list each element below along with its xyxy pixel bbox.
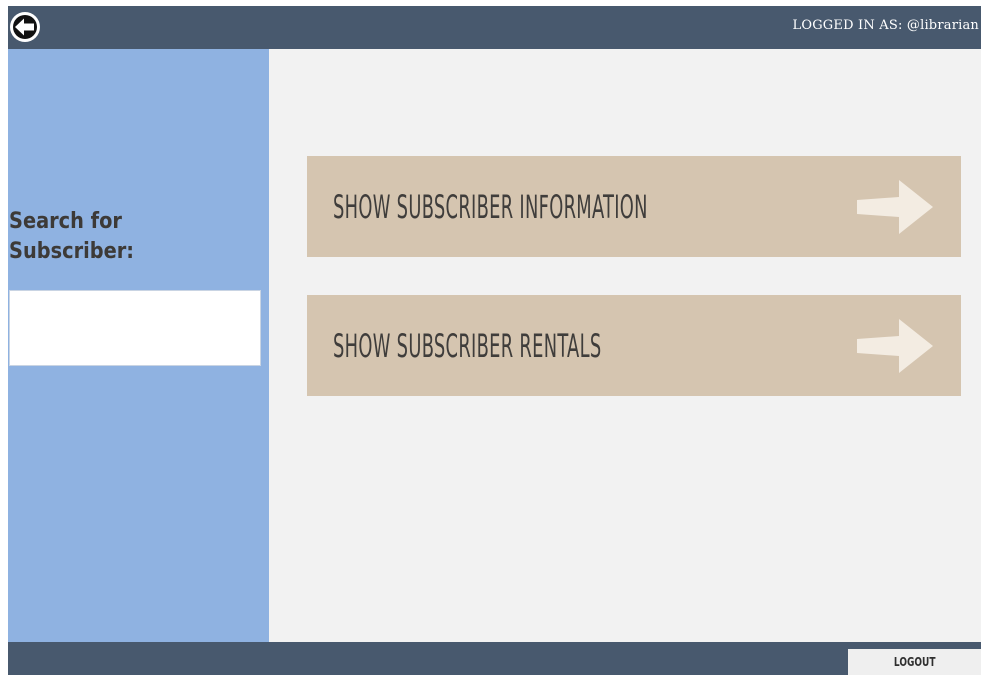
bottom-bar: LOGOUT <box>8 642 981 675</box>
app-window: LOGGED IN AS: @librarian Search for Subs… <box>8 6 981 675</box>
arrow-right-icon <box>857 179 933 234</box>
sidebar: Search for Subscriber: <box>8 49 269 642</box>
logout-button[interactable]: LOGOUT <box>848 649 981 675</box>
back-button[interactable] <box>8 10 42 44</box>
logged-in-prefix: LOGGED IN AS: <box>792 18 903 33</box>
top-bar: LOGGED IN AS: @librarian <box>8 6 981 49</box>
logged-in-status: LOGGED IN AS: @librarian <box>793 18 979 33</box>
subscriber-search-input[interactable] <box>9 290 261 366</box>
search-label: Search for Subscriber: <box>9 209 135 264</box>
show-subscriber-information-button[interactable]: SHOW SUBSCRIBER INFORMATION <box>307 156 961 257</box>
action-label: SHOW SUBSCRIBER INFORMATION <box>333 187 648 226</box>
logout-label: LOGOUT <box>893 655 936 669</box>
arrow-right-icon <box>857 318 933 373</box>
back-arrow-circle-icon <box>10 12 40 42</box>
action-label: SHOW SUBSCRIBER RENTALS <box>333 326 602 365</box>
main-content: SHOW SUBSCRIBER INFORMATION SHOW SUBSCRI… <box>269 49 981 642</box>
logged-in-username: @librarian <box>906 18 979 33</box>
show-subscriber-rentals-button[interactable]: SHOW SUBSCRIBER RENTALS <box>307 295 961 396</box>
